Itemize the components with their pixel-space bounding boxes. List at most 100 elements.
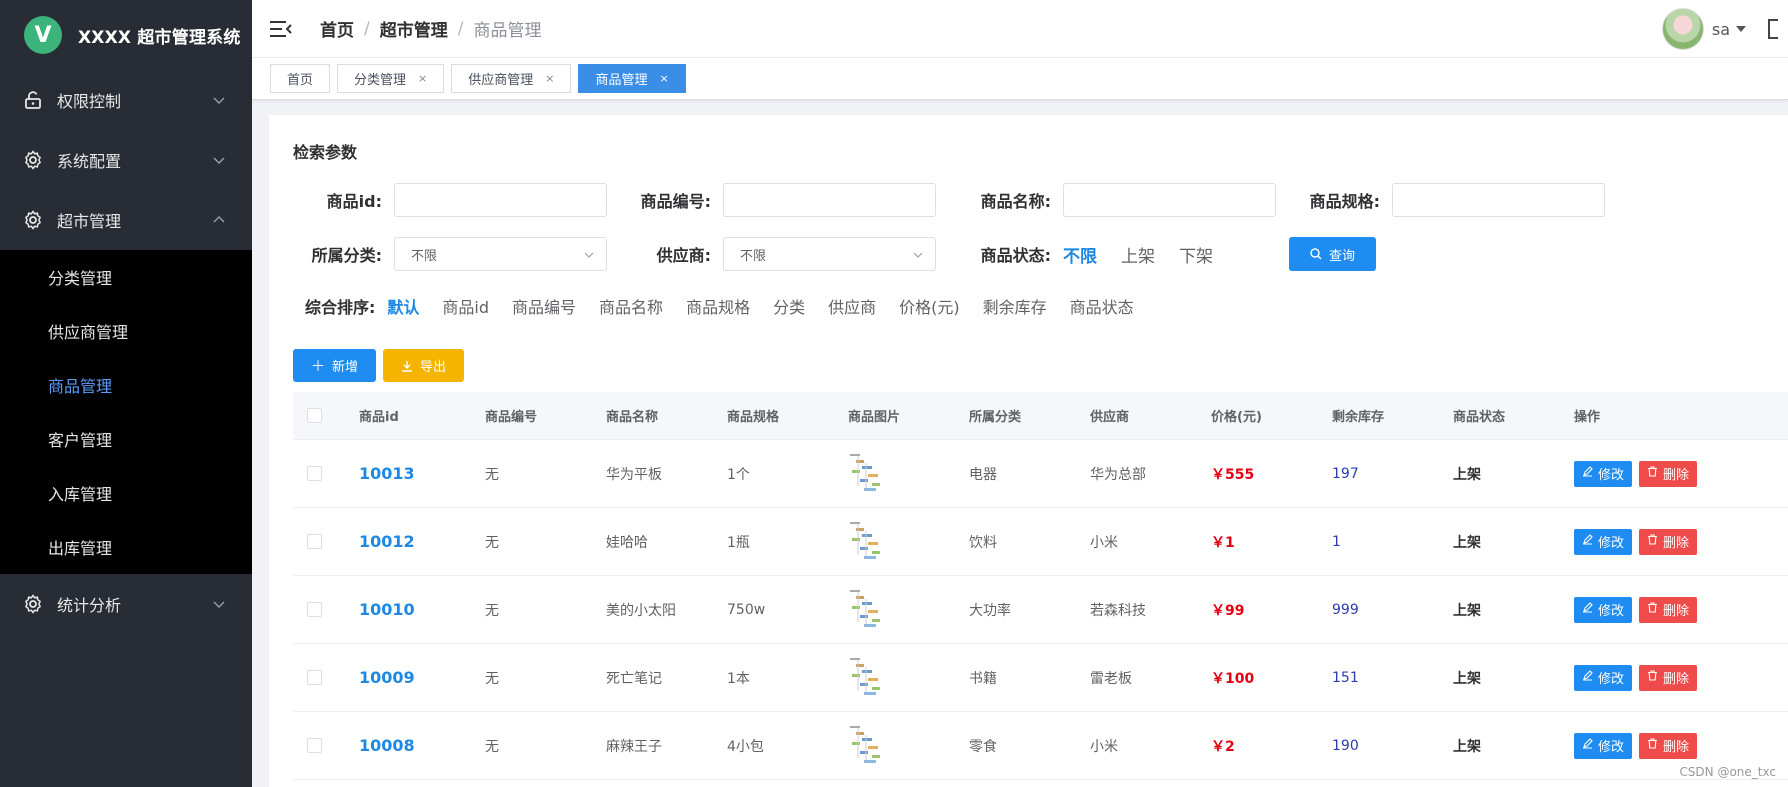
tag-supplier[interactable]: 供应商管理 × [451, 64, 572, 93]
sidebar-group-permission[interactable]: 权限控制 [0, 70, 252, 130]
sort-option-stock[interactable]: 剩余库存 [983, 294, 1047, 318]
column-header[interactable]: 所属分类 [969, 406, 1090, 425]
table-body: 10013 无华为平板 1个 电器 华为总部 ￥555 197 上架 修改 删除 10012 无娃哈哈… [293, 440, 1788, 780]
sort-option-default[interactable]: 默认 [387, 294, 419, 318]
goods-spec-cell: 1瓶 [727, 534, 750, 551]
status-cell: 上架 [1453, 466, 1481, 483]
goods-id-link[interactable]: 10010 [359, 600, 415, 619]
goods-table: 商品id 商品编号 商品名称 商品规格 商品图片 所属分类 供应商 价格(元) … [293, 392, 1788, 780]
sidebar-group-system[interactable]: 系统配置 [0, 130, 252, 190]
delete-button[interactable]: 删除 [1639, 528, 1698, 555]
edit-button[interactable]: 修改 [1574, 596, 1633, 623]
column-header[interactable]: 商品规格 [727, 406, 848, 425]
close-icon[interactable]: × [545, 72, 554, 85]
sort-option-name[interactable]: 商品名称 [599, 294, 663, 318]
breadcrumb-home[interactable]: 首页 [320, 16, 354, 41]
goods-id-link[interactable]: 10012 [359, 532, 415, 551]
trash-icon [1647, 466, 1663, 481]
sidebar-item-stock-in[interactable]: 入库管理 [0, 466, 252, 520]
sort-option-code[interactable]: 商品编号 [512, 294, 576, 318]
breadcrumb-supermarket[interactable]: 超市管理 [380, 16, 448, 41]
sort-option-spec[interactable]: 商品规格 [686, 294, 750, 318]
delete-button[interactable]: 删除 [1639, 732, 1698, 759]
edit-button[interactable]: 修改 [1574, 460, 1633, 487]
sort-option-category[interactable]: 分类 [773, 294, 805, 318]
tag-label: 供应商管理 [468, 73, 534, 88]
category-select[interactable]: 不限 [394, 237, 607, 271]
status-option-all[interactable]: 不限 [1063, 242, 1097, 267]
goods-image[interactable] [848, 588, 888, 632]
column-header[interactable]: 价格(元) [1211, 406, 1332, 425]
status-cell: 上架 [1453, 602, 1481, 619]
column-header[interactable]: 商品编号 [485, 406, 606, 425]
goods-image[interactable] [848, 724, 888, 768]
export-button[interactable]: 导出 [383, 349, 465, 382]
tag-label: 分类管理 [354, 73, 407, 88]
breadcrumb-separator: / [457, 18, 464, 39]
sidebar-item-customer[interactable]: 客户管理 [0, 412, 252, 466]
row-checkbox[interactable] [307, 670, 322, 685]
goods-id-link[interactable]: 10013 [359, 464, 415, 483]
sidebar-item-stock-out[interactable]: 出库管理 [0, 520, 252, 574]
goods-name-cell: 娃哈哈 [606, 534, 648, 551]
goods-name-input[interactable] [1063, 183, 1276, 217]
trash-icon [1647, 670, 1663, 685]
query-button[interactable]: 查询 [1289, 237, 1376, 271]
column-header[interactable]: 商品名称 [606, 406, 727, 425]
goods-spec-cell: 4小包 [727, 738, 764, 755]
goods-image[interactable] [848, 656, 888, 700]
column-header[interactable]: 供应商 [1090, 406, 1211, 425]
edit-button[interactable]: 修改 [1574, 664, 1633, 691]
sort-option-status[interactable]: 商品状态 [1070, 294, 1134, 318]
sort-option-id[interactable]: 商品id [442, 294, 489, 318]
goods-image[interactable] [848, 452, 888, 496]
username[interactable]: sa [1712, 20, 1730, 39]
select-all-checkbox[interactable] [307, 408, 322, 423]
sidebar-group-supermarket[interactable]: 超市管理 [0, 190, 252, 250]
row-checkbox[interactable] [307, 738, 322, 753]
close-icon[interactable]: × [660, 72, 669, 85]
delete-button[interactable]: 删除 [1639, 664, 1698, 691]
column-header[interactable]: 商品状态 [1453, 406, 1574, 425]
tag-goods[interactable]: 商品管理 × [578, 64, 686, 93]
delete-button[interactable]: 删除 [1639, 596, 1698, 623]
menu-toggle-icon[interactable] [270, 19, 292, 39]
sidebar-item-supplier[interactable]: 供应商管理 [0, 304, 252, 358]
sidebar-item-goods[interactable]: 商品管理 [0, 358, 252, 412]
supplier-select[interactable]: 不限 [723, 237, 936, 271]
sort-option-price[interactable]: 价格(元) [899, 294, 960, 318]
tag-home[interactable]: 首页 [270, 64, 331, 93]
avatar[interactable] [1661, 8, 1704, 50]
fullscreen-icon[interactable] [1768, 19, 1778, 39]
goods-id-link[interactable]: 10008 [359, 736, 415, 755]
status-option-on-shelf[interactable]: 上架 [1121, 242, 1155, 267]
close-icon[interactable]: × [418, 72, 427, 85]
caret-down-icon[interactable] [1736, 26, 1746, 32]
sort-row: 综合排序: 默认 商品id 商品编号 商品名称 商品规格 分类 供应商 价格(元… [293, 291, 1764, 321]
goods-spec-input[interactable] [1392, 183, 1605, 217]
row-checkbox[interactable] [307, 534, 322, 549]
trash-icon [1647, 738, 1663, 753]
sidebar-item-category[interactable]: 分类管理 [0, 250, 252, 304]
edit-button[interactable]: 修改 [1574, 732, 1633, 759]
goods-image[interactable] [848, 520, 888, 564]
row-checkbox[interactable] [307, 602, 322, 617]
column-header[interactable]: 剩余库存 [1332, 406, 1453, 425]
row-checkbox[interactable] [307, 466, 322, 481]
tag-category[interactable]: 分类管理 × [337, 64, 445, 93]
category-cell: 饮料 [969, 534, 997, 551]
sidebar: V XXXX 超市管理系统 权限控制 系统配置 超市管理 分类管理 供应商管理 … [0, 0, 252, 787]
delete-button-label: 删除 [1663, 740, 1690, 755]
goods-id-link[interactable]: 10009 [359, 668, 415, 687]
goods-code-input[interactable] [723, 183, 936, 217]
sort-option-supplier[interactable]: 供应商 [828, 294, 876, 318]
sidebar-group-statistics[interactable]: 统计分析 [0, 574, 252, 634]
goods-id-input[interactable] [394, 183, 607, 217]
column-header[interactable]: 商品id [359, 406, 485, 425]
search-row-1: 商品id: 商品编号: 商品名称: 商品规格: [293, 183, 1764, 217]
user-menu[interactable]: sa [1661, 8, 1778, 50]
delete-button[interactable]: 删除 [1639, 460, 1698, 487]
edit-button[interactable]: 修改 [1574, 528, 1633, 555]
status-option-off-shelf[interactable]: 下架 [1179, 242, 1213, 267]
add-button[interactable]: ＋ 新增 [293, 349, 377, 382]
